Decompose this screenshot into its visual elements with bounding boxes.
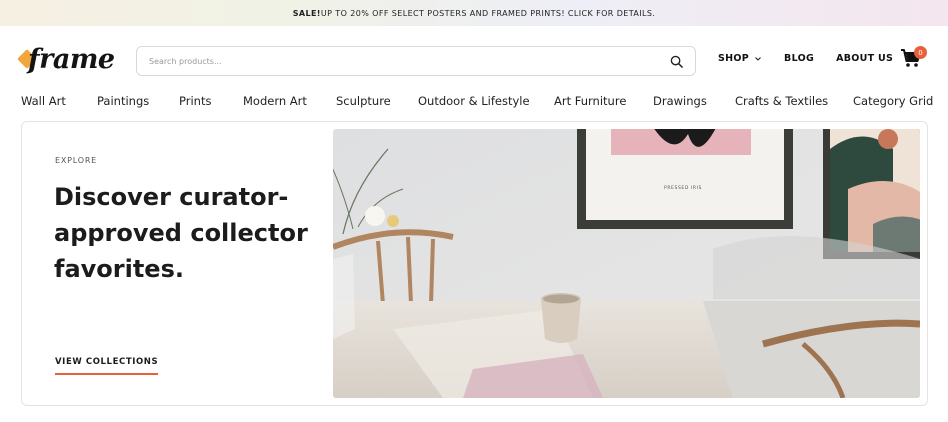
search-bar xyxy=(136,46,696,76)
search-input[interactable] xyxy=(149,56,670,66)
hero-headline: Discover curator-approved collector favo… xyxy=(54,183,308,283)
site-header: frame SHOP BLOG ABOUT US 0 xyxy=(0,26,948,92)
chevron-down-icon xyxy=(755,56,761,61)
promo-text: UP TO 20% OFF SELECT POSTERS AND FRAMED … xyxy=(320,8,656,18)
category-sculpture[interactable]: Sculpture xyxy=(336,94,391,108)
about-us-link[interactable]: ABOUT US xyxy=(836,53,893,64)
category-wall-art[interactable]: Wall Art xyxy=(21,94,66,108)
category-drawings[interactable]: Drawings xyxy=(653,94,707,108)
view-collections-link[interactable]: VIEW COLLECTIONS xyxy=(55,357,159,375)
category-grid[interactable]: Category Grid xyxy=(853,94,933,108)
hero-eyebrow: EXPLORE xyxy=(55,156,98,165)
cart-count-badge: 0 xyxy=(914,46,927,59)
hero-illustration: PRESSED IRIS xyxy=(333,129,920,398)
shop-menu[interactable]: SHOP xyxy=(718,53,762,64)
promo-sale-label: SALE! xyxy=(292,8,321,18)
logo-text: frame xyxy=(28,44,115,75)
logo[interactable]: frame xyxy=(17,44,115,80)
category-outdoor-lifestyle[interactable]: Outdoor & Lifestyle xyxy=(418,94,530,108)
top-nav: SHOP BLOG ABOUT US xyxy=(718,53,893,64)
shop-label: SHOP xyxy=(718,53,750,64)
search-icon[interactable] xyxy=(670,55,683,68)
poster-caption: PRESSED IRIS xyxy=(664,185,702,191)
category-modern-art[interactable]: Modern Art xyxy=(243,94,307,108)
hero-card: EXPLORE Discover curator-approved collec… xyxy=(21,121,928,406)
category-art-furniture[interactable]: Art Furniture xyxy=(554,94,626,108)
category-crafts-textiles[interactable]: Crafts & Textiles xyxy=(735,94,828,108)
category-nav: Wall Art Paintings Prints Modern Art Scu… xyxy=(0,92,948,112)
blog-link[interactable]: BLOG xyxy=(784,53,814,64)
promo-banner[interactable]: SALE! UP TO 20% OFF SELECT POSTERS AND F… xyxy=(0,0,948,26)
category-paintings[interactable]: Paintings xyxy=(97,94,149,108)
cart-button[interactable]: 0 xyxy=(900,46,927,70)
category-prints[interactable]: Prints xyxy=(179,94,211,108)
hero-image: PRESSED IRIS xyxy=(333,129,920,398)
